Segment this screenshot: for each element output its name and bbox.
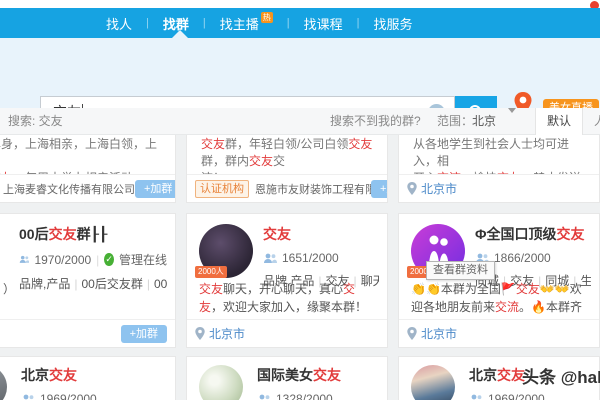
location-pin-icon [407, 327, 417, 340]
join-group-button[interactable]: +加群 [135, 179, 175, 198]
members-icon [259, 394, 270, 400]
group-card[interactable]: 00后交友群┠┠ 1970/2000 | ✓ 管理在线 品牌,产品 | 00后交友群… [0, 213, 176, 348]
group-avatar [0, 365, 7, 400]
member-count: 1651/2000 [282, 251, 339, 265]
capacity-badge: 2000人 [195, 266, 227, 278]
group-title: 00后交友群┠┠ [19, 226, 108, 242]
active-tab-notch [172, 30, 188, 38]
company-name: 上海麦睿文化传播有限公司 [3, 183, 135, 196]
scope-city-select[interactable]: 北京 [472, 108, 496, 134]
group-avatar [411, 365, 455, 400]
company-name: 恩施市友财装饰工程有限公司 [255, 183, 388, 196]
group-title: 交友 [263, 226, 291, 242]
card-footer: 上海麦睿文化传播有限公司 +加群 [0, 174, 175, 202]
group-title: 国际美女交友 [257, 367, 341, 383]
group-card[interactable]: 上海单身，上海相亲，上海白领，上海 同城交友。每周末举办相亲活动。每… 上海麦睿… [0, 135, 176, 203]
view-group-info-tooltip: 查看群资料 [426, 261, 495, 280]
members-icon [471, 394, 482, 400]
member-count: 1970/2000 [34, 252, 92, 267]
member-count: 1328/2000 [276, 392, 333, 400]
cant-find-group-link[interactable]: 搜索不到我的群? [330, 108, 421, 134]
group-meta: 1969/2000 [469, 392, 591, 400]
member-count: 1969/2000 [488, 392, 545, 400]
group-title: Φ全国口顶级交友 [475, 226, 585, 242]
group-card[interactable]: 北京交友 1969/2000 [0, 356, 176, 400]
group-description: ） [3, 282, 16, 296]
sort-next-clipped: 人 [594, 108, 600, 134]
filter-bar: 搜索: 交友 搜索不到我的群? 范围： 北京 默认 人 [0, 108, 600, 135]
search-keyword-label: 搜索: 交友 [8, 114, 63, 128]
top-strip [0, 0, 600, 8]
group-location[interactable]: 北京市 [407, 325, 457, 342]
tab-find-services[interactable]: 找服务 [360, 14, 427, 33]
card-footer: 北京市 [187, 319, 387, 347]
group-avatar [199, 365, 243, 400]
search-section: 交友 × 美女直播 [0, 38, 600, 128]
group-location[interactable]: 北京市 [407, 180, 457, 197]
group-description: 交友聊天，开心聊天，真心交友，欢迎大家加入，缘聚本群！ [199, 282, 368, 314]
group-card[interactable]: 国际美女交友 1328/2000 [186, 356, 388, 400]
member-count: 1866/2000 [494, 251, 551, 265]
group-title: 北京交友 [21, 367, 77, 383]
member-count: 1969/2000 [40, 392, 97, 400]
admin-online-label: 管理在线 [118, 253, 167, 267]
chevron-down-icon[interactable] [508, 108, 516, 113]
top-navbar: 找人 | 找群 | 找主播热 | 找课程 | 找服务 [0, 8, 600, 38]
group-meta: 1969/2000 [21, 392, 167, 400]
group-meta: 1328/2000 [257, 392, 379, 400]
card-footer: 北京市 [399, 174, 599, 202]
group-card[interactable]: 2000人 交友 1651/2000 品牌,产品|交友|聊天|交友聊… 交友聊天… [186, 213, 388, 348]
join-group-button[interactable]: +加群 [371, 180, 387, 198]
tab-find-streamers[interactable]: 找主播热 [206, 11, 287, 33]
group-meta: 1970/2000 | ✓ 管理在线 [19, 251, 167, 268]
results-grid: 上海单身，上海相亲，上海白领，上海 同城交友。每周末举办相亲活动。每… 上海麦睿… [0, 135, 600, 400]
group-description: 👏👏本群为全国🚩交友👐👐欢迎各地朋友前来交流。🔥本群齐聚👉（ [411, 282, 582, 314]
tab-find-people[interactable]: 找人 [92, 14, 146, 33]
card-footer: +加群 [0, 319, 175, 347]
join-group-button[interactable]: +加群 [120, 324, 167, 343]
admin-online-check-icon: ✓ [104, 253, 114, 266]
meta-separator: | [96, 252, 100, 267]
card-body: 北京交友 1969/2000 [21, 365, 167, 400]
qq-group-search-page: 找人 | 找群 | 找主播热 | 找课程 | 找服务 交友 × 美女直播 搜索:… [0, 0, 600, 400]
sort-default-tab[interactable]: 默认 [535, 108, 583, 135]
scope-label: 范围： [437, 114, 474, 128]
hot-badge: 热 [260, 11, 273, 23]
group-card[interactable]: 交友群，年轻白领/公司白领交友群，群内交友交 流！ 认证机构 恩施市友财装饰工程… [186, 135, 388, 203]
members-icon [264, 253, 277, 263]
group-card[interactable]: 2000人 Φ全国口顶级交友 1866/2000 同城|交友|同城|生… 查看群… [398, 213, 600, 348]
group-location[interactable]: 北京市 [195, 325, 245, 342]
location-pin-icon [407, 182, 417, 195]
certified-org-badge: 认证机构 [195, 179, 249, 198]
card-footer: 认证机构 恩施市友财装饰工程有限公司 +加群 [187, 174, 387, 202]
group-meta: 1651/2000 [263, 251, 379, 265]
toutiao-watermark: 头条 @halo [522, 368, 600, 387]
card-body: 国际美女交友 1328/2000 [257, 365, 379, 400]
members-icon [19, 255, 30, 263]
group-card[interactable]: 从各地学生到社会人士均可进入，相 开心交流，愉快交友，禁止发送不良… 北京市 [398, 135, 600, 203]
location-pin-icon [195, 327, 205, 340]
tab-find-courses[interactable]: 找课程 [290, 14, 357, 33]
members-icon [23, 394, 34, 400]
card-footer: 北京市 [399, 319, 599, 347]
